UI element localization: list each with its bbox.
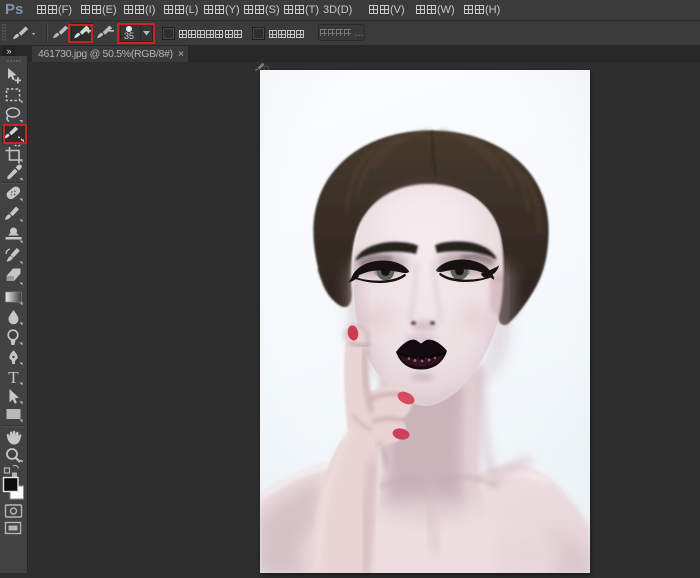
svg-text:T: T bbox=[8, 368, 19, 387]
